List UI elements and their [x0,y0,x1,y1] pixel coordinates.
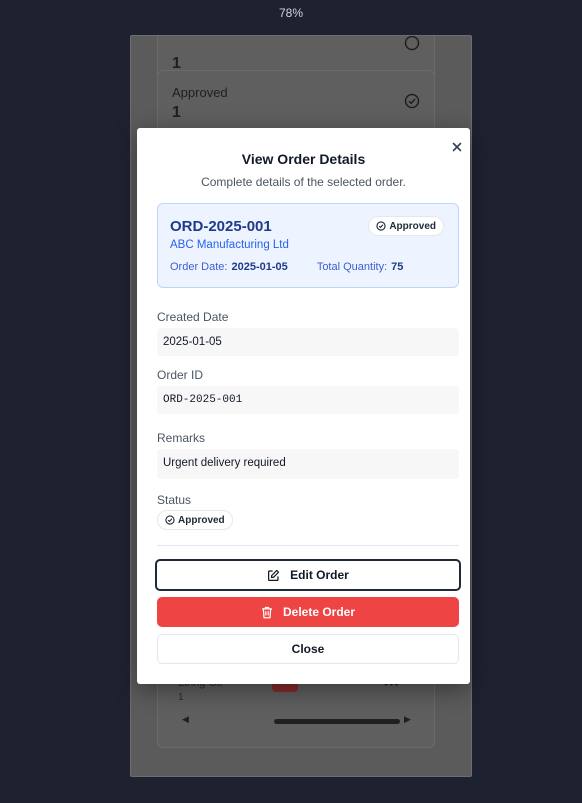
horizontal-scrollbar [274,719,400,724]
summary-meta-row: Order Date: 2025-01-05 Total Quantity: 75 [170,261,403,273]
stat-card-count: 1 [172,104,181,121]
delete-order-label: Delete Order [282,605,356,619]
order-id-field: ORD-2025-001 [157,386,459,414]
created-date-value: 2025-01-05 [163,336,222,348]
dialog-title: View Order Details [241,151,366,167]
check-circle-icon [376,221,386,231]
remarks-field: Urgent delivery required [157,449,459,479]
scroll-right-icon: ▶ [404,714,411,724]
total-quantity-label: Total Quantity: [316,261,388,273]
order-id-label: Order ID [157,368,204,382]
order-row-sub: 1 [178,692,184,703]
scroll-left-icon: ◀ [182,714,189,724]
remarks-label: Remarks [157,431,206,445]
edit-order-button[interactable]: Edit Order [155,559,461,591]
summary-status-badge: Approved [368,216,444,236]
summary-company: ABC Manufacturing Ltd [170,239,289,251]
order-date-value: 2025-01-05 [231,261,288,273]
check-circle-icon [165,515,175,525]
summary-status-text: Approved [389,220,436,232]
edit-icon [268,569,280,581]
remarks-value: Urgent delivery required [163,457,286,469]
close-button[interactable]: Close [157,634,459,664]
order-date-label: Order Date: [170,261,228,273]
check-circle-icon [404,93,420,109]
dialog-subtitle: Complete details of the selected order. [201,175,406,189]
trash-icon [262,606,272,618]
summary-order-id: ORD-2025-001 [170,218,272,235]
created-date-label: Created Date [157,310,229,324]
delete-order-button[interactable]: Delete Order [157,597,459,627]
order-id-value: ORD-2025-001 [163,394,243,406]
close-button-label: Close [291,642,325,656]
clock-icon [404,36,420,51]
status-label: Status [157,493,192,507]
zoom-level: 78% [278,6,304,20]
status-text: Approved [178,514,225,526]
order-summary-card: ORD-2025-001 Approved ABC Manufacturing … [157,203,459,288]
edit-order-label: Edit Order [290,568,349,582]
created-date-field: 2025-01-05 [157,328,459,356]
status-badge: Approved [157,510,233,530]
stat-card-label: Approved [172,85,228,100]
total-quantity-value: 75 [391,261,404,273]
divider [157,545,459,546]
order-details-dialog: View Order Details Complete details of t… [137,128,470,684]
stat-card-approved: Approved 1 [157,70,435,134]
